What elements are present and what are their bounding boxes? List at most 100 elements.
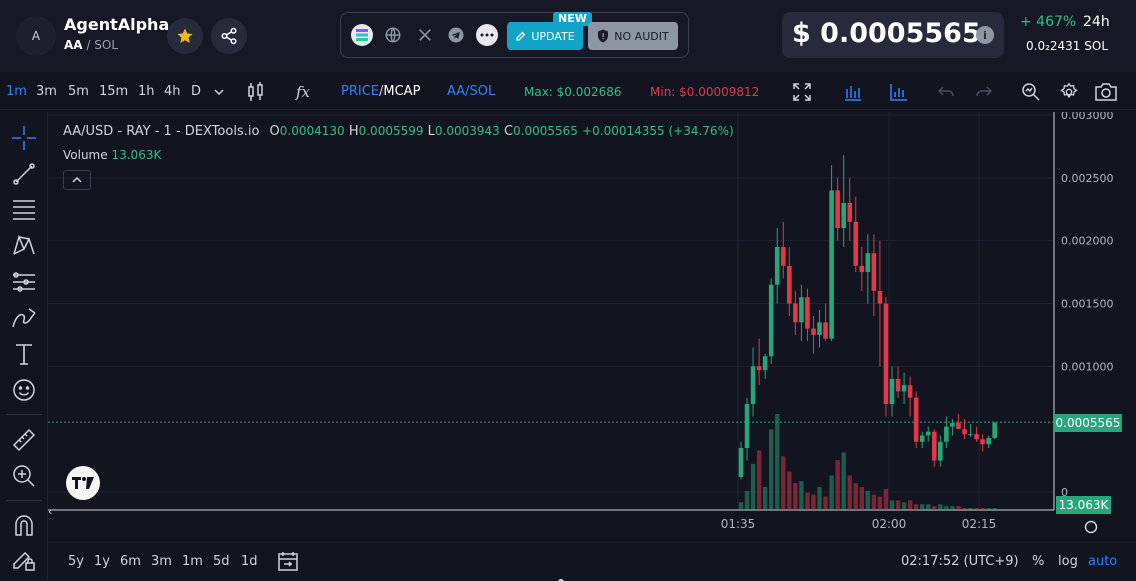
range-1y[interactable]: 1y [94, 554, 110, 569]
telegram-button[interactable] [445, 24, 467, 46]
candles-icon [248, 82, 263, 101]
magnet-tool[interactable] [10, 511, 38, 539]
scroll-left-arrow: ‹ [48, 505, 52, 518]
volume-bar [944, 506, 949, 510]
brush-tool[interactable] [10, 304, 38, 332]
candle-body [986, 437, 991, 445]
text-tool[interactable] [10, 340, 38, 368]
quick-search-button[interactable] [1019, 80, 1043, 104]
emoji-tool[interactable] [10, 376, 38, 404]
percent-toggle[interactable]: % [1032, 554, 1044, 569]
fib-tool[interactable] [10, 196, 38, 224]
candle-body [817, 322, 822, 335]
no-audit-button[interactable]: NO AUDIT [588, 22, 678, 50]
token-avatar: A [16, 16, 56, 56]
volume-bar [781, 456, 786, 510]
settings-button[interactable] [1057, 80, 1081, 104]
info-icon[interactable]: i [976, 26, 994, 44]
website-button[interactable] [382, 24, 404, 46]
shield-alert-icon [598, 29, 609, 43]
measure-tool[interactable] [10, 426, 38, 454]
volume-bar [980, 508, 985, 510]
redo-button[interactable] [972, 80, 996, 104]
interval-d[interactable]: D [191, 84, 201, 99]
trend-line-tool[interactable] [10, 160, 38, 188]
volume-button[interactable] [887, 80, 911, 104]
range-1d[interactable]: 1d [241, 554, 258, 569]
no-audit-label: NO AUDIT [614, 29, 669, 43]
volume-bar [835, 460, 840, 510]
scroll-up-arrow[interactable] [556, 572, 566, 581]
range-6m[interactable]: 6m [120, 554, 141, 569]
volume-bar [974, 508, 979, 510]
update-button[interactable]: UPDATE [507, 22, 583, 50]
axis-settings-icon[interactable] [1084, 520, 1098, 534]
volume-bar [805, 492, 810, 510]
volume-bar [811, 494, 816, 510]
candle-body [865, 253, 871, 273]
interval-4h[interactable]: 4h [164, 84, 181, 99]
auto-toggle[interactable]: auto [1088, 554, 1117, 569]
candle-body [968, 434, 973, 436]
legend-o-label: O [269, 124, 280, 139]
undo-button[interactable] [934, 80, 958, 104]
collapse-legend-button[interactable] [63, 170, 91, 190]
snapshot-button[interactable] [1094, 80, 1118, 104]
y-tick-label: 0.001500 [1061, 298, 1114, 311]
log-toggle[interactable]: log [1058, 554, 1078, 569]
volume-bar [962, 508, 967, 510]
candle-body [895, 378, 901, 392]
candle-body [744, 404, 750, 449]
fullscreen-button[interactable] [790, 80, 814, 104]
chart-toolbar: 1m 3m 5m 15m 1h 4h D fx PRICE/MCAP AA/SO… [0, 74, 1136, 110]
prediction-tool[interactable] [10, 268, 38, 296]
range-5d[interactable]: 5d [213, 554, 230, 569]
interval-3m[interactable]: 3m [36, 84, 57, 99]
pencil-lock-icon [13, 551, 35, 571]
pattern-tool[interactable] [10, 232, 38, 260]
interval-dropdown[interactable] [207, 80, 231, 104]
tradingview-logo[interactable] [66, 466, 100, 500]
trades-button[interactable] [841, 80, 865, 104]
lock-drawings-tool[interactable] [10, 546, 38, 574]
zoom-tool[interactable] [10, 462, 38, 490]
fx-icon: fx [295, 83, 310, 101]
range-1m[interactable]: 1m [182, 554, 203, 569]
candle-body [877, 290, 883, 304]
price-mcap-toggle[interactable]: PRICE/MCAP [341, 84, 420, 99]
header: A AgentAlpha AA / SOL UPDATE NEW NO AUDI [0, 0, 1136, 72]
volume-tag: 13.063K [1056, 496, 1111, 514]
volume-bar [926, 504, 931, 510]
more-links-button[interactable] [476, 24, 498, 46]
date-range-button[interactable] [278, 551, 298, 575]
redo-icon [976, 86, 992, 97]
token-pair: AA / SOL [64, 38, 118, 52]
interval-1h[interactable]: 1h [138, 84, 155, 99]
x-twitter-button[interactable] [414, 24, 436, 46]
sol-label: SOL [1084, 39, 1109, 53]
pair-toggle[interactable]: AA/SOL [447, 84, 495, 99]
clock-time[interactable]: 02:17:52 (UTC+9) [901, 554, 1019, 569]
share-button[interactable] [211, 18, 247, 54]
favorite-button[interactable] [167, 18, 203, 54]
interval-5m[interactable]: 5m [68, 84, 89, 99]
candle-body [944, 426, 949, 442]
sol-price: 0.0₂2431 SOL [1026, 39, 1108, 53]
range-3m[interactable]: 3m [151, 554, 172, 569]
interval-1m[interactable]: 1m [6, 84, 27, 99]
candle-body [774, 246, 780, 285]
price-toggle-label: PRICE [341, 84, 379, 99]
chart-type-button[interactable] [244, 80, 268, 104]
range-5y[interactable]: 5y [68, 554, 84, 569]
bar-chart-icon [845, 86, 861, 101]
indicators-button[interactable]: fx [291, 80, 315, 104]
solana-chain-icon[interactable] [351, 24, 373, 46]
crosshair-tool[interactable] [10, 124, 38, 152]
price-chart[interactable]: 0.003000 0.002500 0.002000 0.001500 0.001000… [48, 112, 1136, 542]
volume-bar [889, 500, 895, 510]
volume-bar [986, 508, 991, 510]
search-chart-icon [1022, 83, 1040, 101]
bottom-bar: 5y 1y 6m 3m 1m 5d 1d 02:17:52 (UTC+9) % … [48, 542, 1136, 581]
candle-body [919, 435, 925, 442]
interval-15m[interactable]: 15m [99, 84, 128, 99]
